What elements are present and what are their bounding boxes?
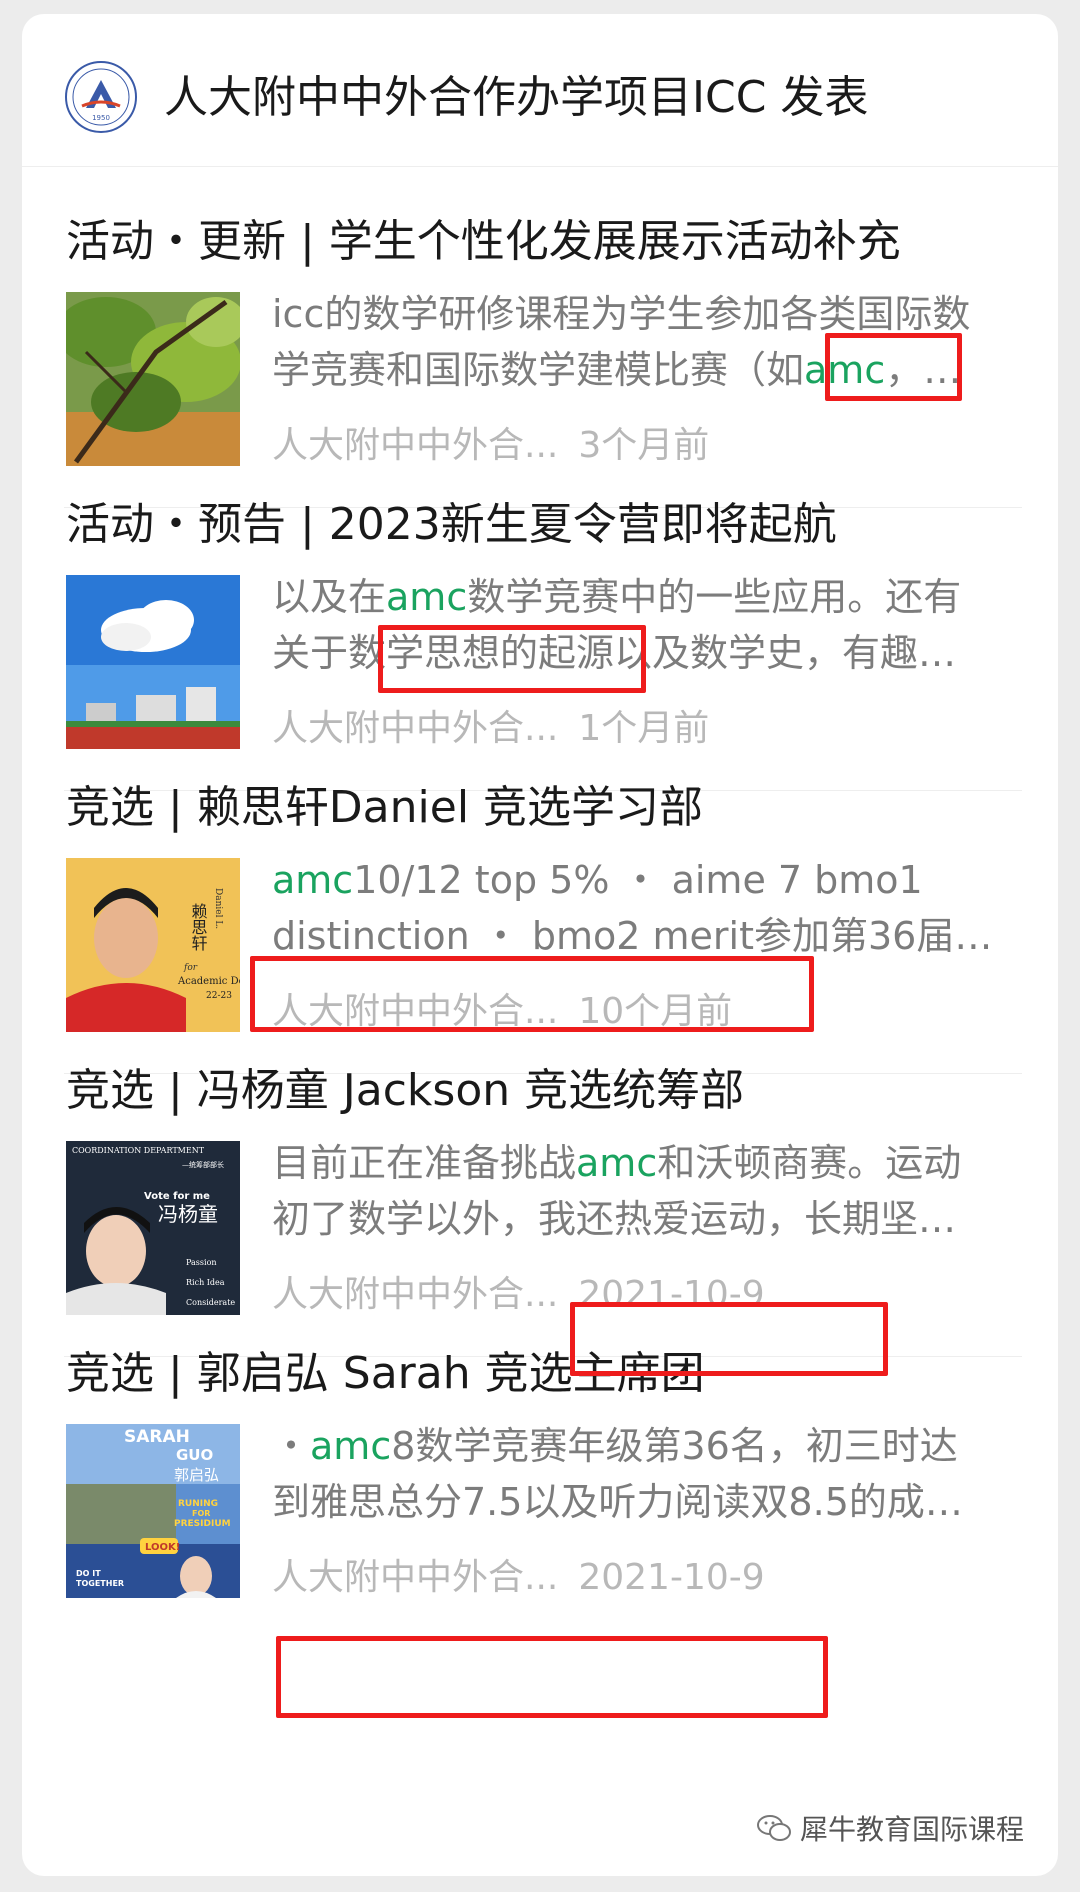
article-title: 竞选 | 冯杨童 Jackson 竞选统筹部 [66,1065,745,1116]
summary-text: 关于数学思想的起源以及数学史，有趣… [272,631,957,675]
summary-text: distinction ・ bmo2 merit参加第36届… [272,914,993,958]
svg-text:Academic Dept.: Academic Dept. [177,976,240,987]
article-title: 竞选 | 郭启弘 Sarah 竞选主席团 [66,1348,705,1399]
article-time: 2021-10-9 [578,1557,765,1598]
svg-text:22-23: 22-23 [206,991,232,1001]
svg-text:FOR: FOR [192,1509,210,1518]
article-summary: 目前正在准备挑战amc和沃顿商赛。运动 初了数学以外，我还热爱运动，长期坚… [272,1135,1012,1247]
article-item[interactable]: 竞选 | 郭启弘 Sarah 竞选主席团 SARAH GUO 郭启弘 RUNIN… [22,1298,1058,1698]
keyword-highlight: amc [386,575,468,619]
article-thumbnail: SARAH GUO 郭启弘 RUNING FOR PRESIDIUM LOOK!… [66,1424,240,1598]
svg-text:COORDINATION DEPARTMENT: COORDINATION DEPARTMENT [72,1146,205,1155]
summary-text: 初了数学以外，我还热爱运动，长期坚… [272,1197,957,1241]
school-logo-icon: 1950 [65,61,137,133]
svg-text:for: for [183,963,198,973]
article-title: 活动・更新 | 学生个性化发展展示活动补充 [66,216,901,267]
watermark: 犀牛教育国际课程 [756,1808,1024,1848]
account-title: 人大附中中外合作办学项目ICC 发表 [164,72,869,123]
svg-text:郭启弘: 郭启弘 [174,1466,219,1484]
svg-text:冯杨童: 冯杨童 [158,1202,218,1226]
summary-text: 10/12 top 5% ・ aime 7 bmo1 [353,858,923,902]
svg-text:RUNING: RUNING [178,1499,218,1509]
keyword-highlight: amc [272,858,354,902]
article-summary: ・amc8数学竞赛年级第36名，初三时达 到雅思总分7.5以及听力阅读双8.5的… [272,1418,1012,1530]
svg-text:GUO: GUO [176,1446,213,1464]
summary-text: 目前正在准备挑战 [272,1141,577,1185]
keyword-highlight: amc [576,1141,658,1185]
watermark-text: 犀牛教育国际课程 [799,1813,1024,1846]
article-source: 人大附中中外合... [272,1557,559,1598]
svg-text:赖思轩: 赖思轩 [189,903,208,951]
article-summary: icc的数学研修课程为学生参加各类国际数 学竞赛和国际数学建模比赛（如amc，… [272,286,1012,398]
article-summary: 以及在amc数学竞赛中的一些应用。还有 关于数学思想的起源以及数学史，有趣… [272,569,1012,681]
summary-text: 和沃顿商赛。运动 [657,1141,962,1185]
keyword-highlight: amc [310,1424,392,1468]
article-meta: 人大附中中外合... 2021-10-9 [272,1554,765,1602]
svg-text:—统筹部部长: —统筹部部长 [182,1160,224,1169]
svg-text:TOGETHER: TOGETHER [76,1579,124,1588]
summary-text: 数学竞赛中的一些应用。还有 [467,575,962,619]
summary-text: 到雅思总分7.5以及听力阅读双8.5的成… [272,1480,963,1524]
svg-text:Passion: Passion [186,1258,217,1267]
article-title: 竞选 | 赖思轩Daniel 竞选学习部 [66,782,704,833]
svg-text:PRESIDIUM: PRESIDIUM [174,1519,231,1529]
svg-text:DO IT: DO IT [76,1569,101,1578]
article-thumbnail: 赖思轩 Daniel L. for Academic Dept. 22-23 [66,858,240,1032]
summary-text: icc的数学研修课程为学生参加各类国际数 [272,292,971,336]
article-thumbnail [66,292,240,466]
summary-text: ・ [272,1424,311,1468]
article-title: 活动・预告 | 2023新生夏令营即将起航 [66,499,837,550]
article-summary: amc10/12 top 5% ・ aime 7 bmo1 distinctio… [272,852,1012,964]
svg-text:Daniel L.: Daniel L. [213,888,223,929]
svg-text:Rich Idea: Rich Idea [186,1278,225,1287]
article-list-card: 1950 人大附中中外合作办学项目ICC 发表 活动・更新 | 学生个性化发展展… [22,14,1058,1876]
account-header[interactable]: 1950 人大附中中外合作办学项目ICC 发表 [22,14,1058,167]
svg-text:LOOK!: LOOK! [145,1542,180,1553]
article-thumbnail: COORDINATION DEPARTMENT —统筹部部长 Vote for … [66,1141,240,1315]
summary-text: 学竞赛和国际数学建模比赛（如 [272,348,805,392]
article-thumbnail [66,575,240,749]
summary-text: 以及在 [272,575,387,619]
svg-text:1950: 1950 [92,114,110,122]
svg-text:SARAH: SARAH [124,1427,190,1447]
wechat-icon [756,1815,791,1841]
summary-text: ，… [885,348,962,392]
svg-text:Vote for me: Vote for me [144,1191,210,1202]
keyword-highlight: amc [804,348,886,392]
summary-text: 8数学竞赛年级第36名，初三时达 [391,1424,958,1468]
